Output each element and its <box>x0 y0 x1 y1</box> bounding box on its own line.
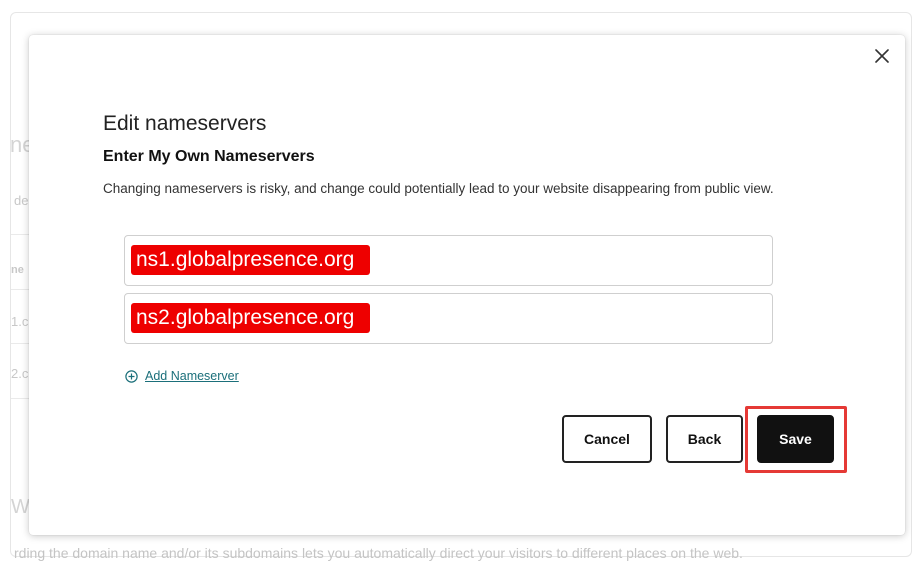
background-divider <box>11 289 31 290</box>
cancel-button[interactable]: Cancel <box>562 415 652 463</box>
background-row-fragment: 2.c <box>11 366 29 381</box>
dialog-title: Edit nameservers <box>103 112 267 135</box>
save-button[interactable]: Save <box>757 415 834 463</box>
close-icon <box>875 49 889 63</box>
edit-nameservers-dialog: Edit nameservers Enter My Own Nameserver… <box>29 35 905 535</box>
background-heading-fragment: W <box>11 496 30 518</box>
nameserver-1-input[interactable]: ns1.globalpresence.org <box>124 235 773 286</box>
dialog-subtitle: Enter My Own Nameservers <box>103 148 315 165</box>
plus-circle-icon <box>125 369 138 383</box>
background-divider <box>11 398 31 399</box>
close-button[interactable] <box>871 45 893 67</box>
dialog-warning-text: Changing nameservers is risky, and chang… <box>103 181 774 196</box>
back-button[interactable]: Back <box>666 415 743 463</box>
background-column-header-fragment: ne <box>11 264 24 276</box>
background-description-fragment: rding the domain name and/or its subdoma… <box>14 545 743 561</box>
background-text-fragment: de <box>14 193 29 208</box>
nameserver-2-value: ns2.globalpresence.org <box>131 303 371 333</box>
nameserver-2-input[interactable]: ns2.globalpresence.org <box>124 293 773 344</box>
background-divider <box>11 234 31 235</box>
background-row-fragment: 1.c <box>11 314 29 329</box>
add-nameserver-link[interactable]: Add Nameserver <box>125 369 239 383</box>
nameserver-1-value: ns1.globalpresence.org <box>131 245 371 275</box>
add-nameserver-label: Add Nameserver <box>145 369 239 383</box>
background-divider <box>11 343 31 344</box>
